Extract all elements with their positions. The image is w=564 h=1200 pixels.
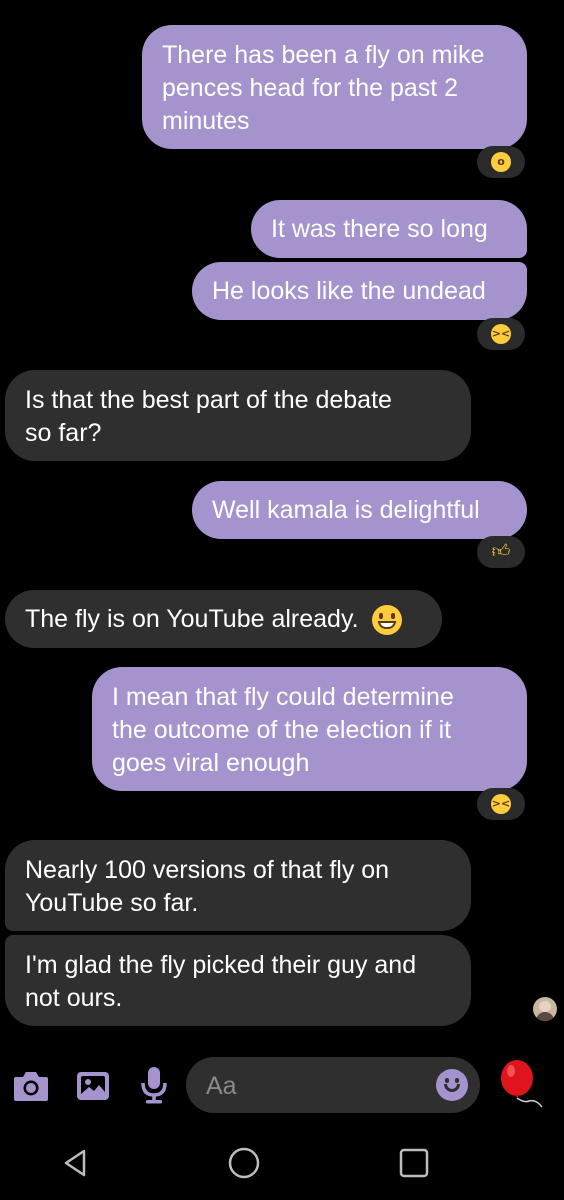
- outgoing-message[interactable]: He looks like the undead: [192, 262, 527, 320]
- message-text-line: the outcome of the election if it: [112, 716, 452, 744]
- message-text-line: goes viral enough: [112, 749, 310, 777]
- message-text-line: The fly is on YouTube already.: [25, 603, 422, 636]
- incoming-message[interactable]: Is that the best part of the debate so f…: [5, 370, 471, 461]
- message-text-line: pences head for the past 2: [162, 74, 459, 102]
- incoming-message[interactable]: The fly is on YouTube already.: [5, 590, 442, 648]
- balloon-icon[interactable]: [496, 1057, 548, 1113]
- home-icon[interactable]: [224, 1143, 264, 1183]
- message-text-line: There has been a fly on mike: [162, 41, 485, 69]
- reaction-badge[interactable]: o: [477, 146, 525, 178]
- reaction-badge[interactable]: 👍︎: [477, 536, 525, 568]
- microphone-icon[interactable]: [134, 1063, 174, 1107]
- outgoing-message[interactable]: Well kamala is delightful: [192, 481, 527, 539]
- message-text-line: Nearly 100 versions of that fly on: [25, 856, 390, 884]
- reaction-badge[interactable]: ><: [477, 318, 525, 350]
- camera-icon[interactable]: [11, 1066, 51, 1106]
- incoming-message[interactable]: Nearly 100 versions of that fly on YouTu…: [5, 840, 471, 931]
- outgoing-message[interactable]: I mean that fly could determine the outc…: [92, 667, 527, 791]
- incoming-message[interactable]: I'm glad the fly picked their guy and no…: [5, 935, 471, 1026]
- recents-icon[interactable]: [394, 1143, 434, 1183]
- message-text-line: so far?: [25, 419, 102, 447]
- thumbs-up-icon: 👍︎: [491, 541, 511, 562]
- message-text-line: Well kamala is delightful: [212, 496, 480, 524]
- reaction-badge[interactable]: ><: [477, 788, 525, 820]
- laughing-face-icon: ><: [491, 794, 511, 814]
- grinning-face-icon: [371, 604, 402, 635]
- outgoing-message[interactable]: It was there so long: [251, 200, 527, 258]
- astonished-face-icon: o: [491, 152, 511, 172]
- laughing-face-icon: ><: [491, 324, 511, 344]
- seen-avatar: [533, 997, 557, 1021]
- outgoing-message[interactable]: There has been a fly on mike pences head…: [142, 25, 527, 149]
- message-text-line: Is that the best part of the debate: [25, 386, 392, 414]
- message-input[interactable]: [204, 1067, 428, 1105]
- message-text-line: It was there so long: [271, 215, 488, 243]
- emoji-icon[interactable]: [436, 1069, 468, 1101]
- gallery-icon[interactable]: [73, 1066, 113, 1106]
- message-text-line: minutes: [162, 107, 250, 135]
- message-text-line: not ours.: [25, 984, 123, 1012]
- message-text-line: He looks like the undead: [212, 277, 486, 305]
- message-input-container[interactable]: [186, 1057, 480, 1113]
- message-text-line: I'm glad the fly picked their guy and: [25, 951, 417, 979]
- message-text-line: YouTube so far.: [25, 889, 199, 917]
- message-text-line: I mean that fly could determine: [112, 683, 454, 711]
- back-icon[interactable]: [56, 1143, 96, 1183]
